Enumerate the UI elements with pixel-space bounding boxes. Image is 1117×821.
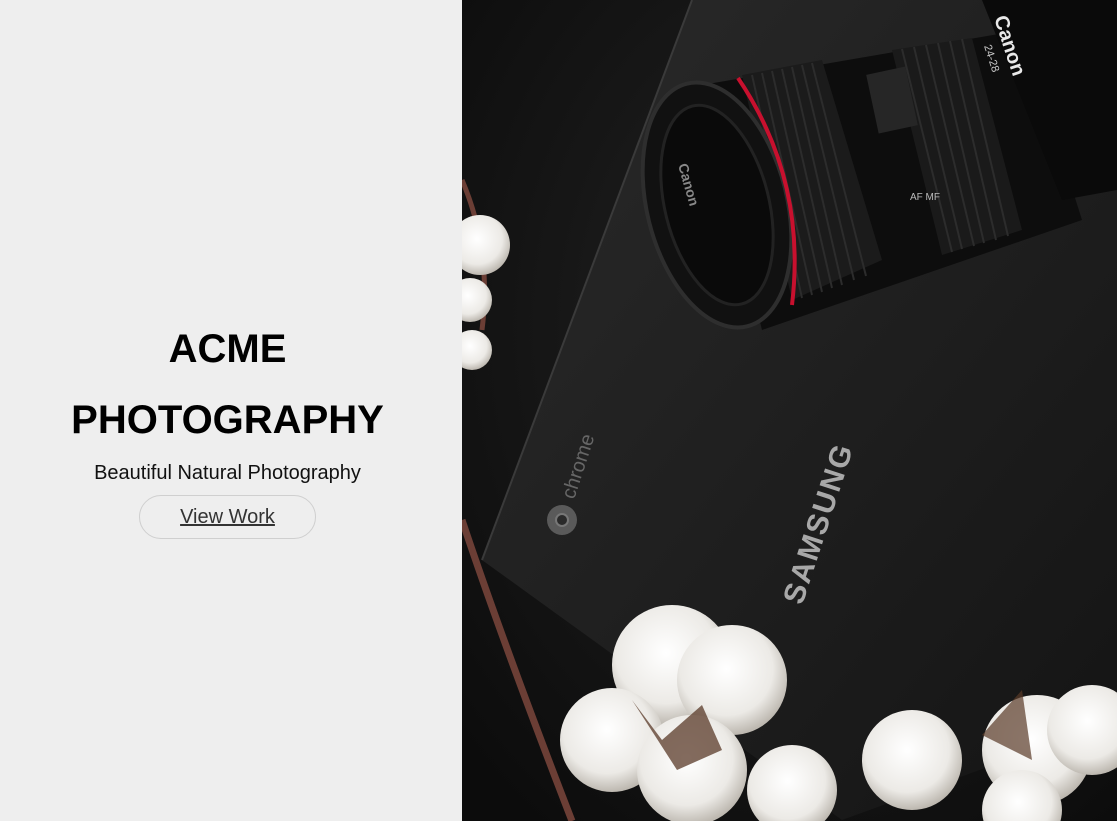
chrome-logo-icon	[547, 505, 577, 535]
view-work-button[interactable]: View Work	[139, 495, 316, 539]
lens-mode-label: AF MF	[910, 192, 940, 203]
title-line-2: PHOTOGRAPHY	[71, 398, 384, 442]
page-subtitle: Beautiful Natural Photography	[94, 462, 361, 484]
camera-laptop-photo: chrome SAMSUNG Canon AF MF Canon 24-28	[462, 0, 1117, 821]
hero-photo: chrome SAMSUNG Canon AF MF Canon 24-28	[462, 0, 1117, 821]
hero-panel: ACME PHOTOGRAPHY Beautiful Natural Photo…	[0, 0, 462, 821]
title-line-1: ACME	[168, 327, 287, 371]
page-title: ACME PHOTOGRAPHY	[0, 314, 455, 456]
